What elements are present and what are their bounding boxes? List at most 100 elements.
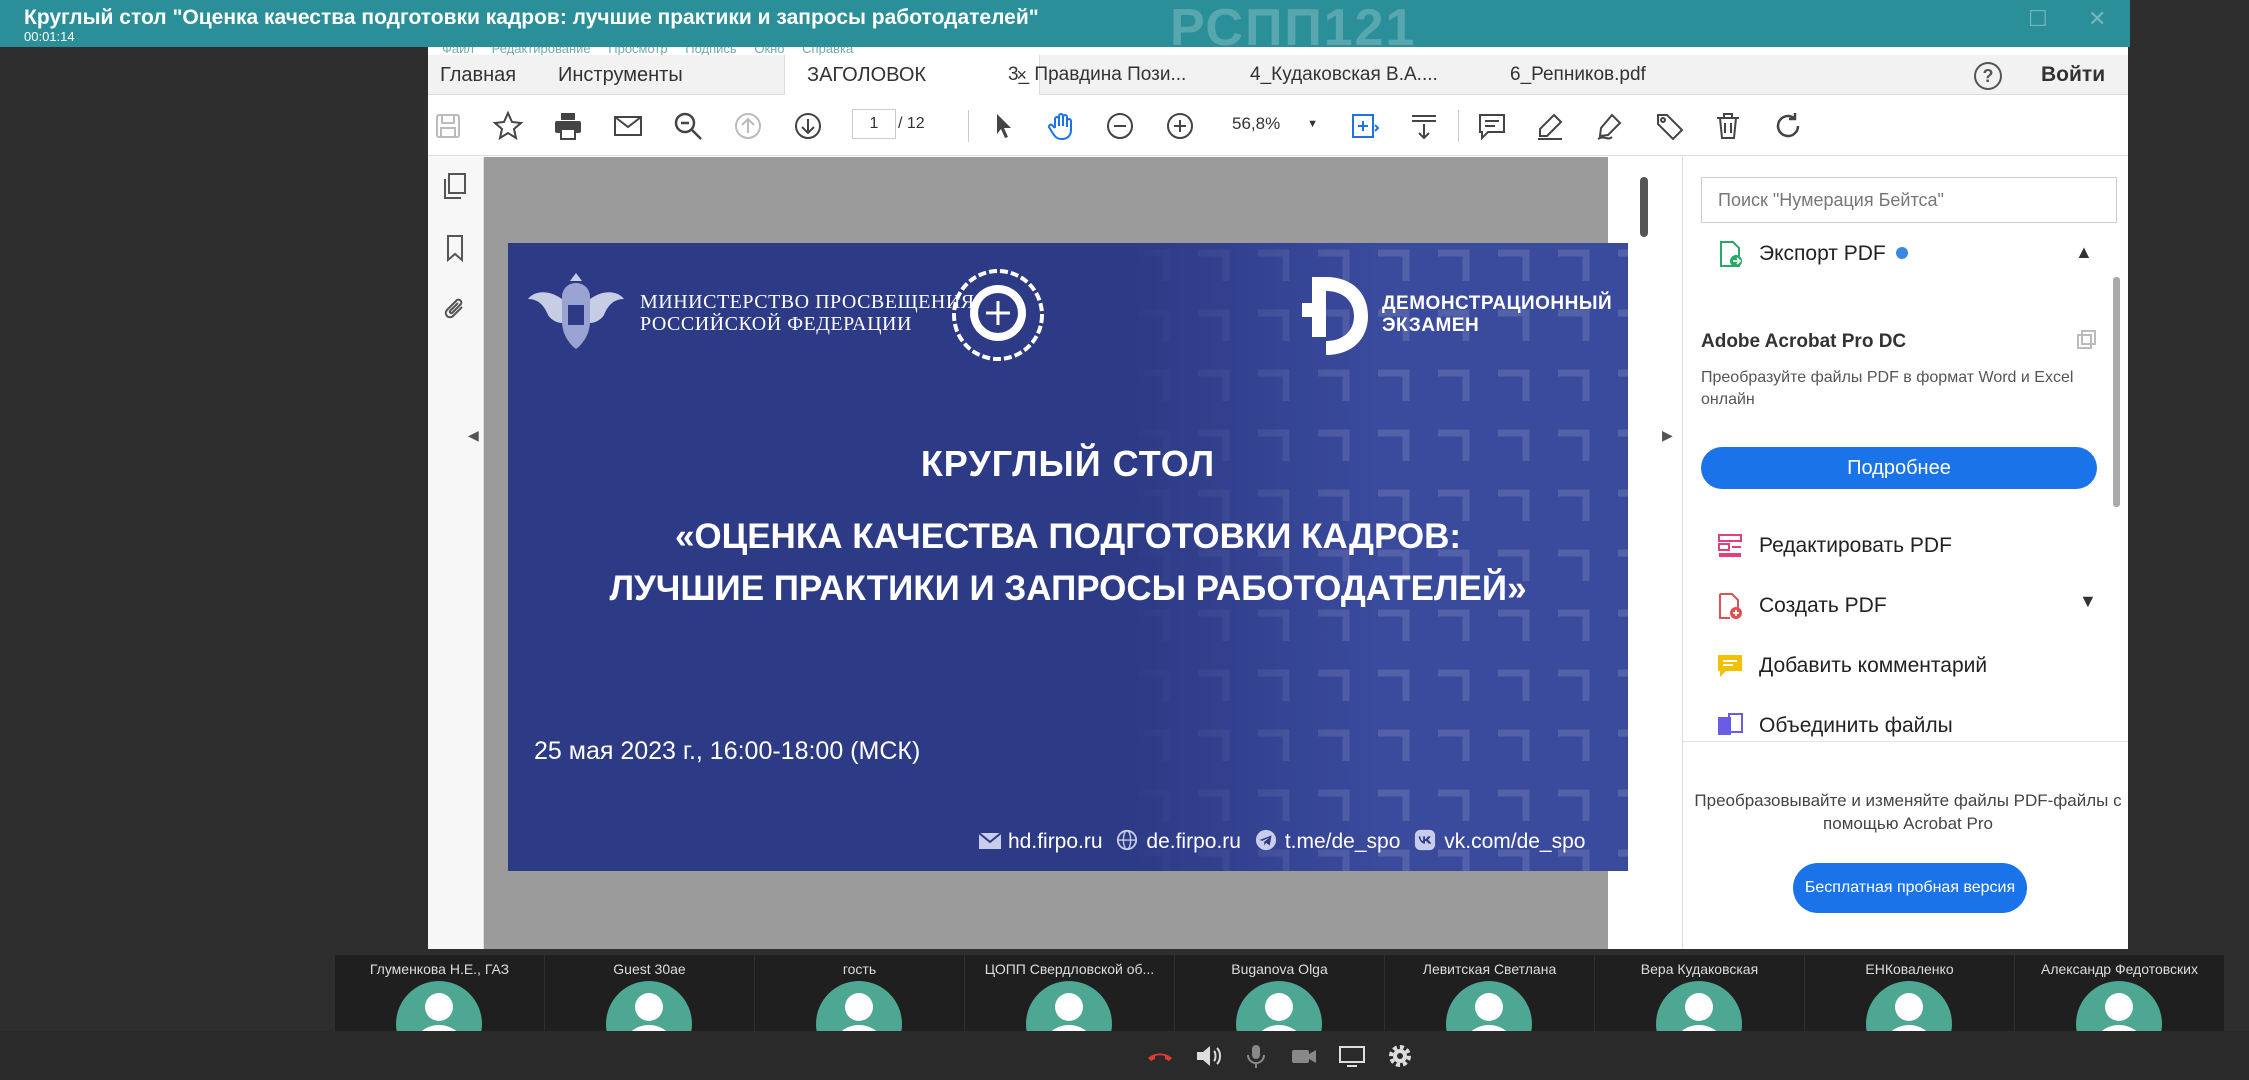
mail-icon[interactable] xyxy=(612,110,644,142)
left-navigation-rail xyxy=(428,157,484,949)
learn-more-button[interactable]: Подробнее xyxy=(1701,447,2097,489)
slide-subheading-line2: ЛУЧШИЕ ПРАКТИКИ И ЗАПРОСЫ РАБОТОДАТЕЛЕЙ» xyxy=(609,569,1527,608)
ministry-name: МИНИСТЕРСТВО ПРОСВЕЩЕНИЯ РОССИЙСКОЙ ФЕДЕ… xyxy=(640,291,975,335)
maximize-icon[interactable]: ☐ xyxy=(2028,6,2048,32)
page-up-icon[interactable] xyxy=(732,110,764,142)
tab-tools[interactable]: Инструменты xyxy=(558,55,683,95)
microphone-icon[interactable] xyxy=(1241,1041,1271,1071)
document-scrollbar[interactable] xyxy=(1640,177,1648,237)
avatar xyxy=(1446,981,1532,1031)
participant-name: ЦОПП Свердловской об... xyxy=(984,961,1155,977)
export-pdf-label: Экспорт PDF xyxy=(1759,242,1886,265)
vk-icon xyxy=(1414,829,1438,851)
participant-name: гость xyxy=(842,961,877,977)
avatar xyxy=(1026,981,1112,1031)
participant-name: ЕНКоваленко xyxy=(1865,961,1954,977)
zoom-level-select[interactable]: 56,8% ▼ xyxy=(1224,109,1326,139)
participant-tile[interactable]: гость xyxy=(755,955,964,1031)
comment-icon[interactable] xyxy=(1476,110,1508,142)
camera-icon[interactable] xyxy=(1289,1041,1319,1071)
link-telegram: t.me/de_spo xyxy=(1284,830,1401,853)
participant-name: Вера Кудаковская xyxy=(1640,961,1759,977)
avatar xyxy=(1866,981,1952,1031)
globe-icon xyxy=(1116,829,1140,851)
share-tag-icon[interactable] xyxy=(1654,110,1686,142)
participant-tile[interactable]: Вера Кудаковская xyxy=(1595,955,1804,1031)
participant-tile[interactable]: Глуменкова Н.Е., ГАЗ xyxy=(335,955,544,1031)
participant-tile[interactable]: Александр Федотовских xyxy=(2015,955,2224,1031)
toolbar-divider xyxy=(968,110,969,142)
close-icon[interactable]: ✕ xyxy=(2088,6,2106,32)
slide-page: МИНИСТЕРСТВО ПРОСВЕЩЕНИЯ РОССИЙСКОЙ ФЕДЕ… xyxy=(508,243,1628,871)
fit-page-icon[interactable] xyxy=(1348,110,1380,142)
tools-search-input[interactable]: Поиск "Нумерация Бейтса" xyxy=(1701,177,2117,223)
tab-home[interactable]: Главная xyxy=(440,55,516,95)
avatar xyxy=(1236,981,1322,1031)
combine-files-item[interactable]: Объединить файлы xyxy=(1715,709,1953,743)
tab-active-document[interactable]: ЗАГОЛОВОК × xyxy=(784,55,1040,95)
participant-name: Левитская Светлана xyxy=(1422,961,1557,977)
free-trial-button[interactable]: Бесплатная пробная версия xyxy=(1793,863,2027,913)
link-hd-firpo: hd.firpo.ru xyxy=(1008,830,1103,853)
copy-icon[interactable] xyxy=(2075,327,2099,351)
hand-tool-icon[interactable] xyxy=(1046,110,1078,142)
export-pdf-item[interactable]: Экспорт PDF xyxy=(1715,237,1908,271)
hangup-icon[interactable] xyxy=(1145,1041,1175,1071)
participants-strip: Глуменкова Н.Е., ГАЗ Guest 30ae гость ЦО… xyxy=(335,955,2225,1031)
page-number-input[interactable]: 1 xyxy=(852,109,896,139)
chevron-down-icon[interactable]: ▼ xyxy=(2079,591,2097,612)
toolbar: 1 / 12 56,8% ▼ xyxy=(428,96,2128,156)
help-icon[interactable]: ? xyxy=(1974,62,2002,90)
participant-name: Guest 30ae xyxy=(613,961,686,977)
link-vk: vk.com/de_spo xyxy=(1444,830,1586,853)
avatar xyxy=(816,981,902,1031)
pages-thumbnail-icon[interactable] xyxy=(440,171,470,201)
next-page-arrow-icon[interactable]: ▶ xyxy=(1662,427,1673,444)
select-cursor-icon[interactable] xyxy=(988,110,1020,142)
demo-exam-line1: ДЕМОНСТРАЦИОННЫЙ xyxy=(1382,293,1613,314)
sign-in-link[interactable]: Войти xyxy=(2041,55,2105,95)
print-icon[interactable] xyxy=(552,110,584,142)
zoom-search-icon[interactable] xyxy=(672,110,704,142)
toolbar-divider xyxy=(1458,110,1459,142)
participant-name: Buganova Olga xyxy=(1231,961,1328,977)
page-down-icon[interactable] xyxy=(792,110,824,142)
highlight-pen-icon[interactable] xyxy=(1534,110,1566,142)
participant-tile[interactable]: Buganova Olga xyxy=(1175,955,1384,1031)
bookmark-icon[interactable] xyxy=(440,233,470,263)
chevron-up-icon[interactable]: ▲ xyxy=(2075,242,2093,263)
scroll-mode-icon[interactable] xyxy=(1408,110,1440,142)
panel-divider xyxy=(1683,741,2128,742)
zoom-out-icon[interactable] xyxy=(1104,110,1136,142)
create-pdf-item[interactable]: Создать PDF xyxy=(1715,589,1887,623)
zoom-level-value: 56,8% xyxy=(1232,114,1281,133)
trash-icon[interactable] xyxy=(1712,110,1744,142)
draw-sign-icon[interactable] xyxy=(1594,110,1626,142)
avatar xyxy=(1656,981,1742,1031)
participant-tile[interactable]: Guest 30ae xyxy=(545,955,754,1031)
save-icon[interactable] xyxy=(432,110,464,142)
ministry-line: МИНИСТЕРСТВО ПРОСВЕЩЕНИЯ xyxy=(640,291,975,313)
panel-scrollbar[interactable] xyxy=(2113,277,2120,507)
star-icon[interactable] xyxy=(492,110,524,142)
demo-exam-line2: ЭКЗАМЕН xyxy=(1382,315,1480,336)
screen-share-icon[interactable] xyxy=(1337,1041,1367,1071)
tab-document-6[interactable]: 6_Репников.pdf xyxy=(1510,55,1646,95)
participant-tile[interactable]: ЕНКоваленко xyxy=(1805,955,2014,1031)
meeting-header: РСПП121 Круглый стол "Оценка качества по… xyxy=(0,0,2130,56)
attachment-icon[interactable] xyxy=(440,295,470,325)
settings-gear-icon[interactable] xyxy=(1385,1041,1415,1071)
prev-page-arrow-icon[interactable]: ◀ xyxy=(468,427,479,444)
eagle-emblem-icon xyxy=(528,273,624,349)
participant-tile[interactable]: ЦОПП Свердловской об... xyxy=(965,955,1174,1031)
participant-tile[interactable]: Левитская Светлана xyxy=(1385,955,1594,1031)
avatar xyxy=(2076,981,2162,1031)
edit-pdf-item[interactable]: Редактировать PDF xyxy=(1715,529,1952,563)
create-pdf-icon xyxy=(1719,593,1742,619)
tab-document-4[interactable]: 4_Кудаковская В.А.... xyxy=(1250,55,1438,95)
speaker-icon[interactable] xyxy=(1193,1041,1223,1071)
zoom-in-icon[interactable] xyxy=(1164,110,1196,142)
add-comment-item[interactable]: Добавить комментарий xyxy=(1715,649,1987,683)
tab-document-3[interactable]: 3_ Правдина Пози... xyxy=(1008,55,1186,95)
rotate-icon[interactable] xyxy=(1772,110,1804,142)
